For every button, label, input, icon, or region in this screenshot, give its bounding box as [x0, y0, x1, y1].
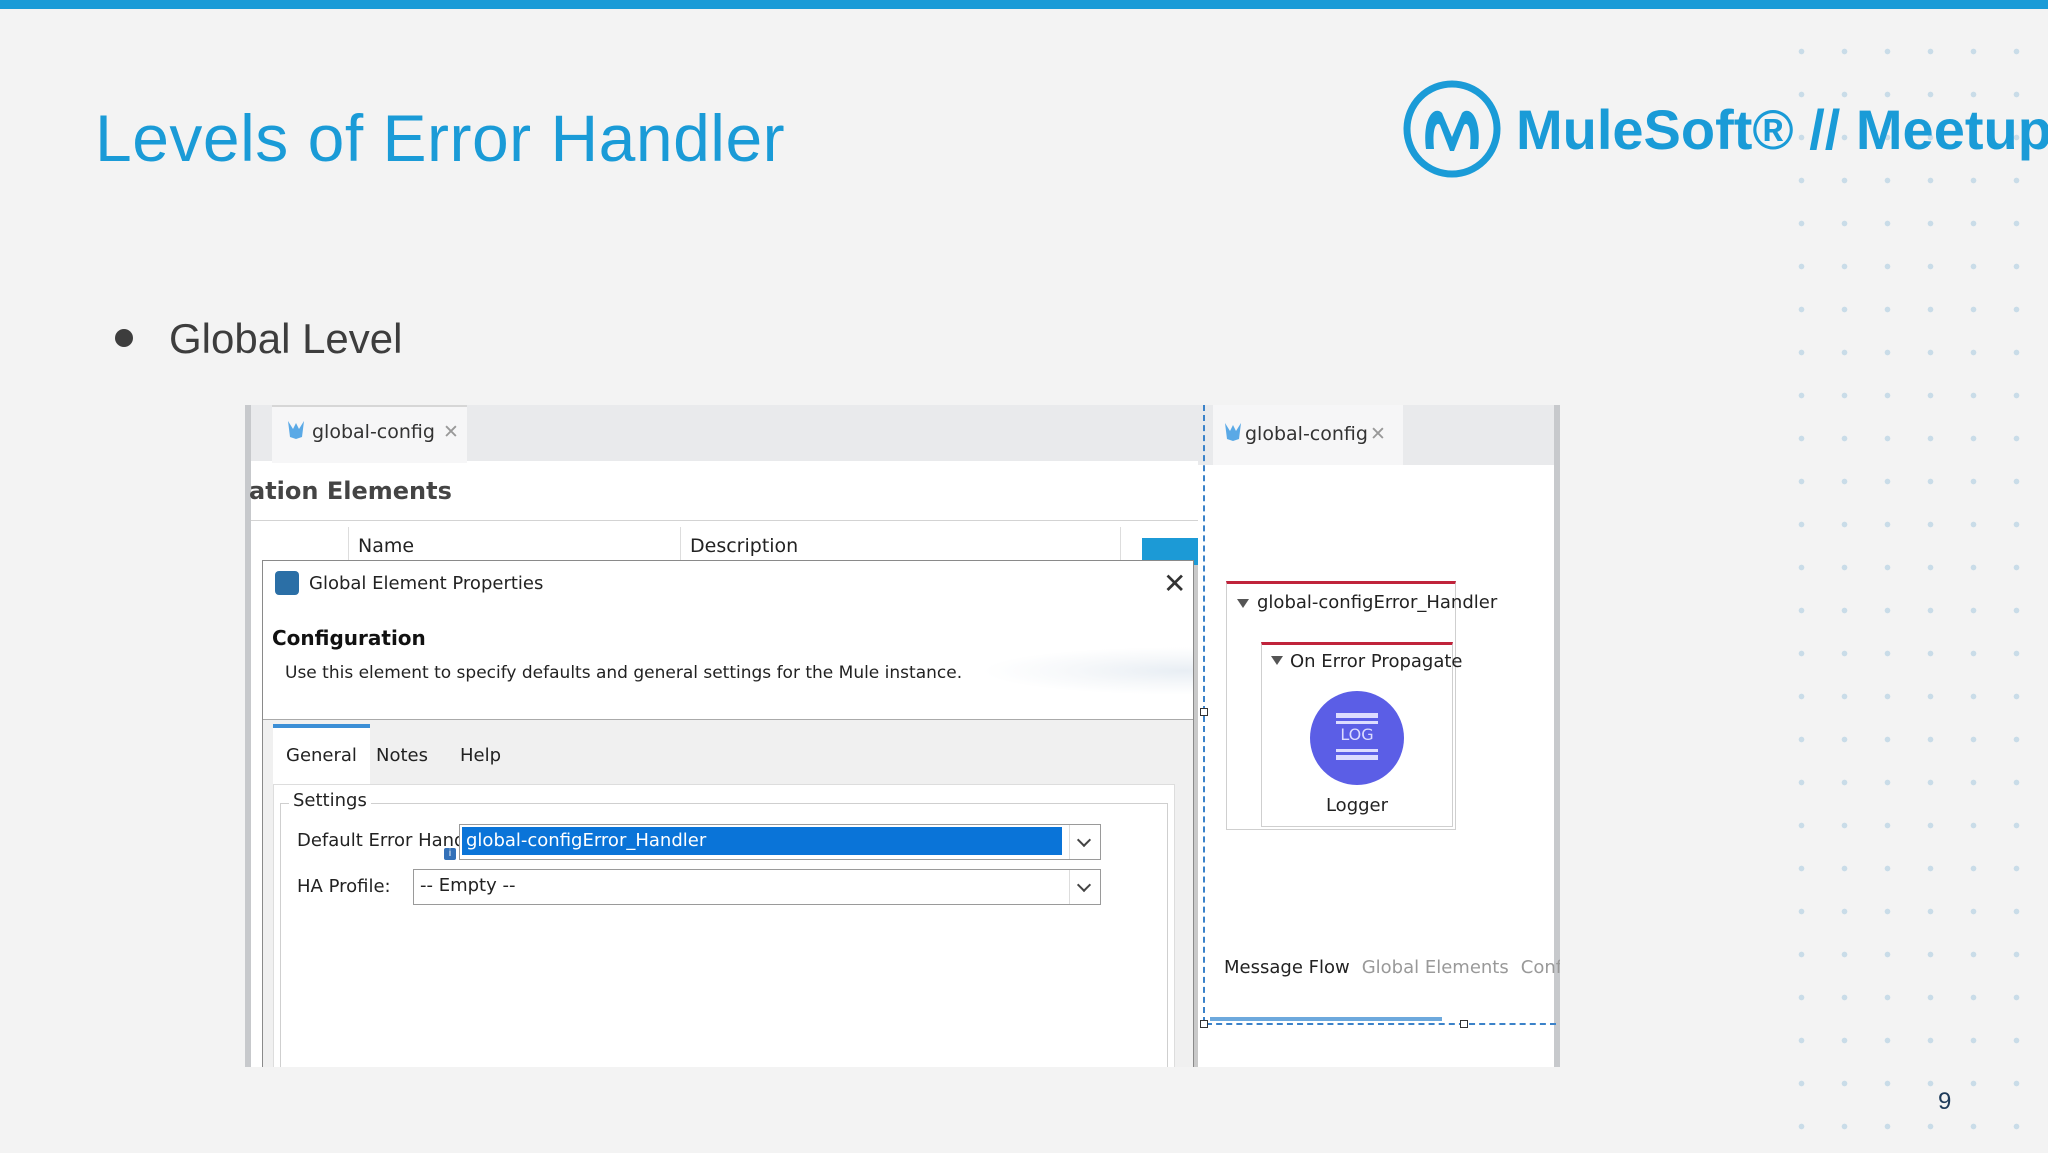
tab-notes[interactable]: Notes [363, 728, 441, 784]
component-label: Logger [1325, 795, 1389, 816]
error-handler-flow[interactable]: global-configError_Handler On Error Prop… [1226, 581, 1497, 830]
tab-label: global-config [312, 421, 435, 443]
bullet-dot [115, 328, 133, 347]
bullet-text: Global Level [169, 315, 403, 362]
slide-title: Levels of Error Handler [95, 101, 786, 175]
general-tab-panel: Settings Default Error Handler: i global… [273, 784, 1175, 1067]
ha-profile-select[interactable]: -- Empty -- [413, 869, 1101, 905]
bullet-item: Global Level [115, 315, 402, 363]
logo-text: MuleSoft® // Meetups [1516, 98, 2048, 161]
tab-global-elements[interactable]: Global Elements [1362, 957, 1509, 978]
collapse-triangle-icon[interactable] [1271, 656, 1283, 665]
studio-global-elements-screenshot: global-config ✕ ation Elements Name Desc… [245, 405, 1198, 1067]
dialog-app-icon [275, 571, 299, 595]
selected-value: global-configError_Handler [462, 827, 1062, 855]
dialog-body: General Notes Help Settings Default Erro… [263, 720, 1193, 1067]
info-icon: i [444, 848, 456, 860]
resize-handle[interactable] [1200, 1020, 1208, 1028]
mule-config-icon [1225, 423, 1241, 441]
flow-title: global-configError_Handler [1257, 592, 1498, 613]
divider [251, 520, 1198, 521]
log-icon-text: LOG [1340, 725, 1374, 744]
on-error-propagate-scope[interactable]: On Error Propagate LOG Logger [1261, 642, 1463, 827]
tab-label: global-config [1245, 423, 1368, 445]
selected-value: -- Empty -- [420, 875, 516, 896]
tab-global-config[interactable]: global-config ✕ [1213, 405, 1403, 465]
tab-configuration-xml[interactable]: Confi [1521, 957, 1560, 978]
tab-message-flow[interactable]: Message Flow [1224, 957, 1350, 978]
dialog-header: Global Element Properties ✕ Configuratio… [263, 561, 1193, 720]
ha-profile-label: HA Profile: [297, 876, 391, 897]
column-separator [1120, 527, 1121, 563]
global-element-properties-dialog: Global Element Properties ✕ Configuratio… [262, 560, 1194, 1067]
settings-group: Settings Default Error Handler: i global… [280, 790, 1168, 1067]
dialog-description: Use this element to specify defaults and… [285, 663, 963, 683]
collapse-triangle-icon[interactable] [1237, 599, 1249, 608]
decorative-dot-grid [1780, 30, 2048, 1153]
dialog-title: Global Element Properties [309, 573, 544, 594]
dialog-heading: Configuration [272, 626, 426, 650]
column-header-name[interactable]: Name [358, 535, 414, 557]
editor-bottom-tabs: Message Flow Global Elements Confi [1224, 957, 1560, 978]
close-icon[interactable]: ✕ [1163, 567, 1186, 600]
resize-handle[interactable] [1200, 708, 1208, 716]
column-separator [680, 527, 681, 563]
settings-legend: Settings [289, 790, 371, 811]
active-tab-indicator [1210, 1017, 1442, 1021]
chevron-down-icon[interactable] [1069, 870, 1100, 904]
studio-message-flow-screenshot: global-config ✕ global-configError_Handl… [1198, 405, 1560, 1067]
column-header-description[interactable]: Description [690, 535, 798, 557]
mule-config-icon [288, 421, 304, 439]
tab-help[interactable]: Help [447, 728, 514, 784]
scope-title: On Error Propagate [1290, 651, 1463, 672]
dialog-tabbar: General Notes Help [273, 724, 1173, 784]
tab-general[interactable]: General [273, 724, 370, 784]
section-heading: ation Elements [249, 477, 452, 505]
column-separator [348, 527, 349, 563]
mulesoft-meetups-logo: MuleSoft® // Meetups [1402, 79, 2048, 179]
close-tab-icon[interactable]: ✕ [443, 421, 459, 444]
close-tab-icon[interactable]: ✕ [1370, 423, 1386, 446]
selection-outline [1206, 1023, 1556, 1025]
resize-handle[interactable] [1460, 1020, 1468, 1028]
page-number: 9 [1938, 1088, 1952, 1115]
tab-global-config[interactable]: global-config ✕ [272, 405, 467, 463]
chevron-down-icon[interactable] [1069, 825, 1100, 859]
logger-icon[interactable]: LOG [1310, 691, 1404, 785]
mulesoft-logo-icon [1403, 80, 1501, 178]
default-error-handler-select[interactable]: global-configError_Handler [459, 824, 1101, 860]
top-accent-bar [0, 0, 2048, 9]
